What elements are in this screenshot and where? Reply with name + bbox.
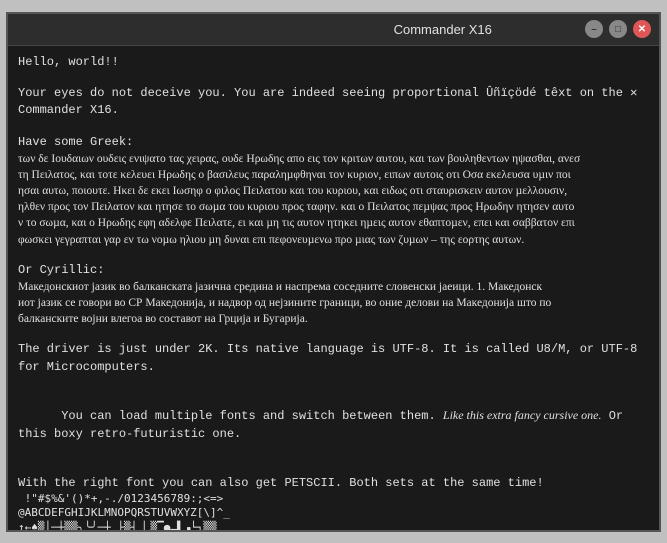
line-fonts-prefix: You can load multiple fonts and switch b… [61, 409, 443, 423]
petscii-row-3: ↑←♠▒│─┼▒▒╮╰╯─┼ ├▒┤▁▏▒▔●▃▌▗└┐▒▒ [18, 521, 649, 530]
spacer-3 [18, 248, 649, 262]
line-greek-header: Have some Greek: [18, 134, 649, 151]
line-driver: The driver is just under 2K. Its native … [18, 341, 649, 376]
title-bar: Commander X16 – □ ✕ [8, 14, 659, 46]
spacer-4 [18, 327, 649, 341]
spacer-5 [18, 376, 649, 390]
window-controls: – □ ✕ [585, 20, 651, 38]
greek-text-block: των δε Ιουδαιων ουδεις ενιψατο τας χειρα… [18, 151, 649, 248]
spacer-1 [18, 71, 649, 85]
line-multiple-fonts: You can load multiple fonts and switch b… [18, 390, 649, 461]
cyrillic-text-block: Македонскиот јазик во балканската јазичн… [18, 279, 649, 327]
line-fonts-fancy: Like this extra fancy cursive one. [443, 408, 602, 422]
maximize-button[interactable]: □ [609, 20, 627, 38]
petscii-row-1: !"#$%&'()*+,-./0123456789:;<=> [18, 492, 649, 506]
petscii-row-2: @ABCDEFGHIJKLMNOPQRSTUVWXYZ[\]^_ [18, 506, 649, 520]
line-hello: Hello, world!! [18, 54, 649, 71]
petscii-display: !"#$%&'()*+,-./0123456789:;<=> @ABCDEFGH… [18, 492, 649, 529]
minimize-button[interactable]: – [585, 20, 603, 38]
line-petscii-intro: With the right font you can also get PET… [18, 475, 649, 492]
window-title: Commander X16 [301, 22, 586, 37]
line-eyes: Your eyes do not deceive you. You are in… [18, 85, 649, 120]
spacer-2 [18, 120, 649, 134]
main-window: Commander X16 – □ ✕ Hello, world!! Your … [6, 12, 661, 532]
close-button[interactable]: ✕ [633, 20, 651, 38]
line-cyrillic-header: Or Cyrillic: [18, 262, 649, 279]
spacer-6 [18, 461, 649, 475]
terminal-content[interactable]: Hello, world!! Your eyes do not deceive … [8, 46, 659, 530]
